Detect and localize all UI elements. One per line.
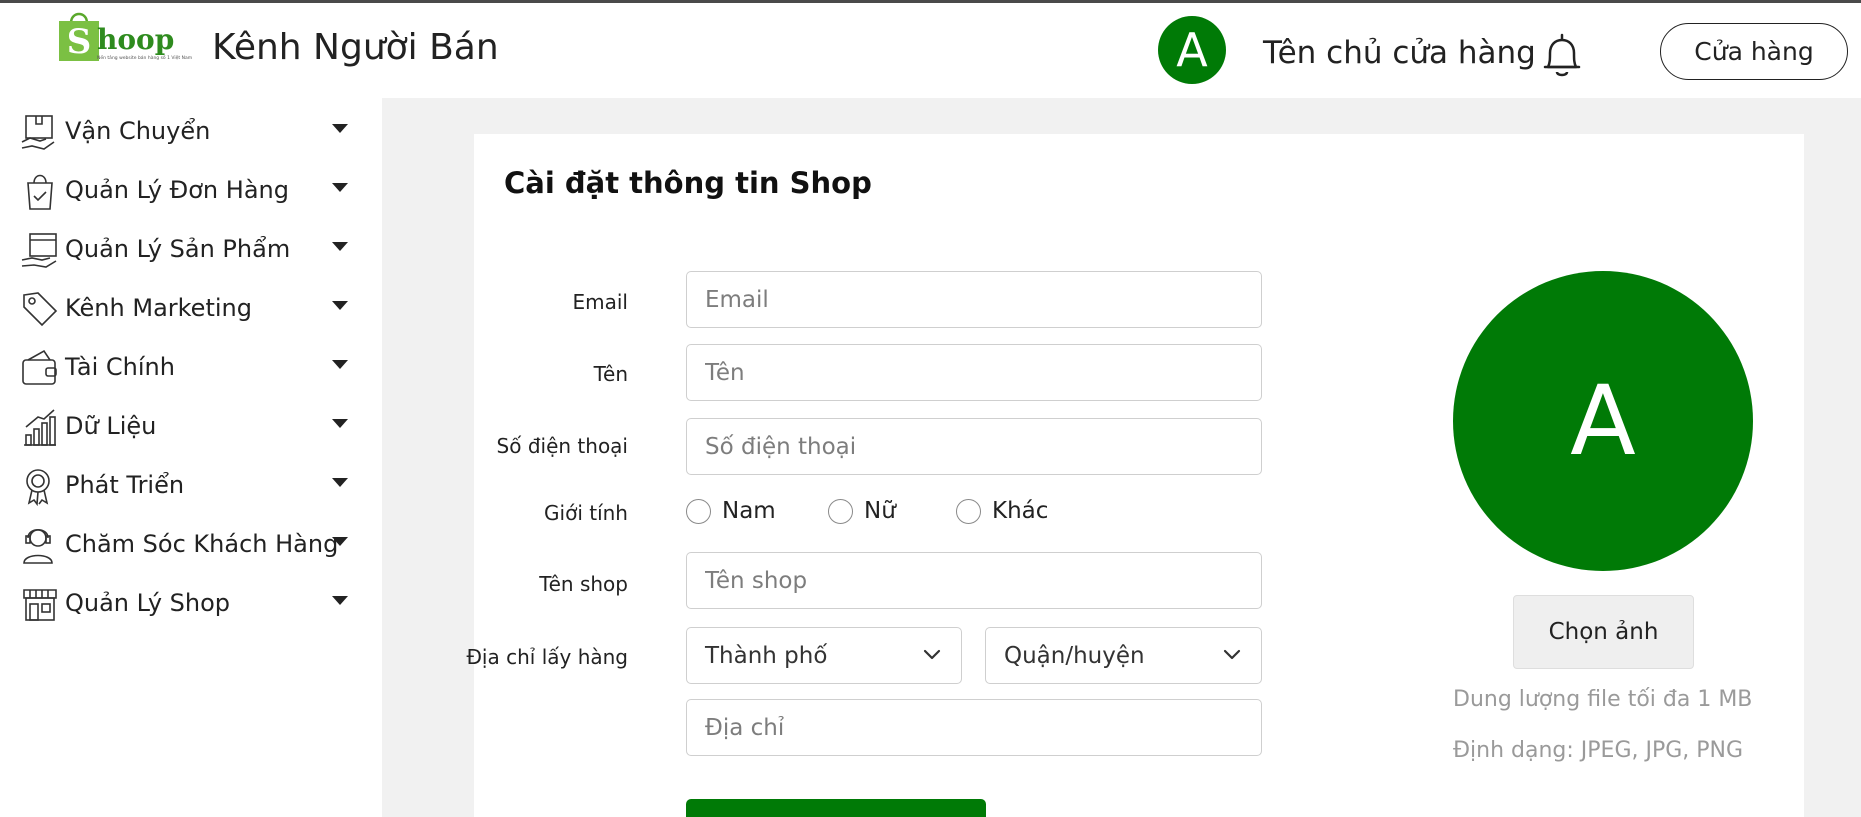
chevron-down-icon [332, 360, 348, 369]
sidebar-item-label: Quản Lý Đơn Hàng [65, 176, 289, 204]
sidebar-item-shipping[interactable]: Vận Chuyển [20, 106, 360, 158]
sidebar-item-customer-care[interactable]: Chăm Sóc Khách Hàng [20, 519, 360, 571]
chevron-down-icon [332, 183, 348, 192]
email-label: Email [572, 290, 629, 314]
file-size-hint: Dung lượng file tối đa 1 MB [1453, 687, 1753, 712]
shop-name-label: Tên shop [539, 572, 628, 596]
chart-icon [20, 407, 60, 447]
owner-name[interactable]: Tên chủ cửa hàng [1263, 35, 1536, 71]
sidebar-item-marketing[interactable]: Kênh Marketing [20, 283, 360, 335]
chevron-down-icon [923, 649, 941, 660]
city-select[interactable]: Thành phố [686, 627, 962, 684]
email-field[interactable] [686, 271, 1262, 328]
address-field[interactable] [686, 699, 1262, 756]
file-format-hint: Định dạng: JPEG, JPG, PNG [1453, 738, 1744, 763]
radio-label: Nam [722, 498, 776, 524]
header: S hoop Nền tảng website bán hàng số 1 Vi… [0, 3, 1861, 98]
district-select-value: Quận/huyện [1004, 643, 1145, 669]
gender-radio-female[interactable]: Nữ [828, 497, 928, 527]
store-button[interactable]: Cửa hàng [1660, 23, 1848, 80]
sidebar-item-data[interactable]: Dữ Liệu [20, 401, 360, 453]
city-select-value: Thành phố [705, 643, 828, 669]
name-label: Tên [593, 362, 628, 386]
sidebar: Vận Chuyển Quản Lý Đơn Hàng Quản Lý Sản … [0, 98, 382, 817]
shop-settings-card: Cài đặt thông tin Shop Email Tên Số điện… [466, 134, 1804, 817]
chevron-down-icon [332, 124, 348, 133]
sidebar-item-growth[interactable]: Phát Triển [20, 460, 360, 512]
gender-label: Giới tính [544, 501, 628, 525]
sidebar-item-label: Quản Lý Sản Phẩm [65, 235, 291, 263]
shop-name-field[interactable] [686, 552, 1262, 609]
phone-label: Số điện thoại [496, 434, 628, 458]
radio-circle[interactable] [956, 499, 981, 524]
gender-radio-other[interactable]: Khác [956, 497, 1066, 527]
wallet-icon [20, 348, 60, 388]
brand-title: Kênh Người Bán [212, 27, 499, 68]
chevron-down-icon [332, 242, 348, 251]
choose-image-button[interactable]: Chọn ảnh [1513, 595, 1694, 669]
chevron-down-icon [1223, 649, 1241, 660]
sidebar-item-label: Vận Chuyển [65, 117, 211, 145]
sidebar-item-orders[interactable]: Quản Lý Đơn Hàng [20, 165, 360, 217]
save-button[interactable] [686, 799, 986, 817]
sidebar-item-label: Quản Lý Shop [65, 589, 231, 617]
product-box-icon [20, 230, 60, 270]
radio-circle[interactable] [686, 499, 711, 524]
chevron-down-icon [332, 478, 348, 487]
logo[interactable]: S hoop Nền tảng website bán hàng số 1 Vi… [57, 9, 207, 65]
shopping-bag-icon [20, 171, 60, 211]
chevron-down-icon [332, 301, 348, 310]
district-select[interactable]: Quận/huyện [985, 627, 1262, 684]
shipping-icon [20, 112, 60, 152]
page-title: Cài đặt thông tin Shop [504, 166, 872, 200]
chevron-down-icon [332, 537, 348, 546]
sidebar-item-label: Phát Triển [65, 471, 185, 499]
badge-icon [20, 466, 60, 507]
support-agent-icon [20, 525, 60, 565]
chevron-down-icon [332, 596, 348, 605]
phone-field[interactable] [686, 418, 1262, 475]
storefront-icon [20, 584, 60, 624]
gender-radio-male[interactable]: Nam [686, 497, 796, 527]
shop-avatar: A [1453, 271, 1753, 571]
chevron-down-icon [332, 419, 348, 428]
sidebar-item-label: Kênh Marketing [65, 294, 252, 322]
bell-icon[interactable] [1540, 31, 1584, 81]
radio-circle[interactable] [828, 499, 853, 524]
sidebar-item-label: Chăm Sóc Khách Hàng [65, 530, 339, 558]
sidebar-item-label: Tài Chính [65, 353, 175, 381]
logo-image: S hoop Nền tảng website bán hàng số 1 Vi… [59, 12, 192, 62]
main-content: Cài đặt thông tin Shop Email Tên Số điện… [382, 98, 1861, 817]
sidebar-item-shop-management[interactable]: Quản Lý Shop [20, 578, 360, 630]
sidebar-item-products[interactable]: Quản Lý Sản Phẩm [20, 224, 360, 276]
sidebar-item-label: Dữ Liệu [65, 412, 157, 440]
svg-text:S: S [67, 22, 92, 62]
svg-text:hoop: hoop [97, 23, 174, 56]
name-field[interactable] [686, 344, 1262, 401]
user-avatar[interactable]: A [1158, 16, 1226, 84]
address-label: Địa chỉ lấy hàng [466, 645, 628, 669]
tag-icon [20, 289, 60, 329]
sidebar-item-finance[interactable]: Tài Chính [20, 342, 360, 394]
radio-label: Khác [992, 498, 1049, 524]
radio-label: Nữ [864, 498, 896, 524]
